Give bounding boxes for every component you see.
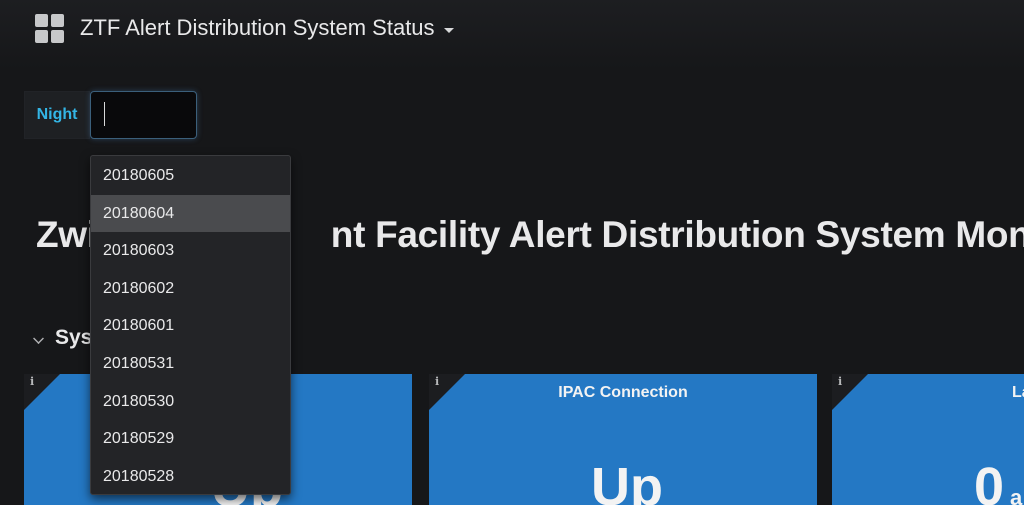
night-options-dropdown: 20180605 20180604 20180603 20180602 2018… xyxy=(90,155,291,495)
stat-panel-ipac-connection[interactable]: i IPAC Connection Up xyxy=(429,374,817,505)
dropdown-option-highlighted[interactable]: 20180604 xyxy=(91,194,290,233)
top-navbar: ZTF Alert Distribution System Status xyxy=(0,0,1024,58)
panel-value-unit: a xyxy=(1010,485,1023,505)
panel-value: Up xyxy=(591,457,663,505)
dropdown-option[interactable]: 20180605 xyxy=(91,157,290,195)
caret-down-icon xyxy=(443,27,454,33)
dropdown-option[interactable]: 20180603 xyxy=(91,232,290,270)
grid-apps-icon[interactable] xyxy=(35,14,64,43)
dropdown-option[interactable]: 20180528 xyxy=(91,458,290,496)
panel-title: La xyxy=(1012,384,1024,401)
panel-value-number: 0 xyxy=(974,457,1005,505)
dropdown-option[interactable]: 20180530 xyxy=(91,383,290,421)
info-icon[interactable]: i xyxy=(30,375,34,388)
dashboard-title: ZTF Alert Distribution System Status xyxy=(80,15,435,40)
text-cursor xyxy=(104,102,105,126)
dropdown-option[interactable]: 20180601 xyxy=(91,307,290,345)
dropdown-option[interactable]: 20180531 xyxy=(91,345,290,383)
dashboard-title-dropdown[interactable]: ZTF Alert Distribution System Status xyxy=(80,15,454,41)
panel-value: 0a xyxy=(974,456,1022,505)
page-heading-right: nt Facility Alert Distribution System Mo… xyxy=(330,214,1024,255)
night-variable-input[interactable] xyxy=(90,91,197,139)
chevron-down-icon[interactable] xyxy=(33,333,44,344)
dashboard-page: ZTF Alert Distribution System Status Nig… xyxy=(0,0,1024,505)
page-heading-left: Zwi xyxy=(36,214,97,255)
dropdown-option[interactable]: 20180529 xyxy=(91,420,290,458)
night-variable-label: Night xyxy=(24,91,90,139)
dropdown-option[interactable]: 20180602 xyxy=(91,270,290,308)
info-icon[interactable]: i xyxy=(838,375,842,388)
stat-panel-3[interactable]: i La 0a xyxy=(832,374,1024,505)
panel-title: IPAC Connection xyxy=(558,384,688,401)
row-title[interactable]: Sys xyxy=(55,326,92,350)
